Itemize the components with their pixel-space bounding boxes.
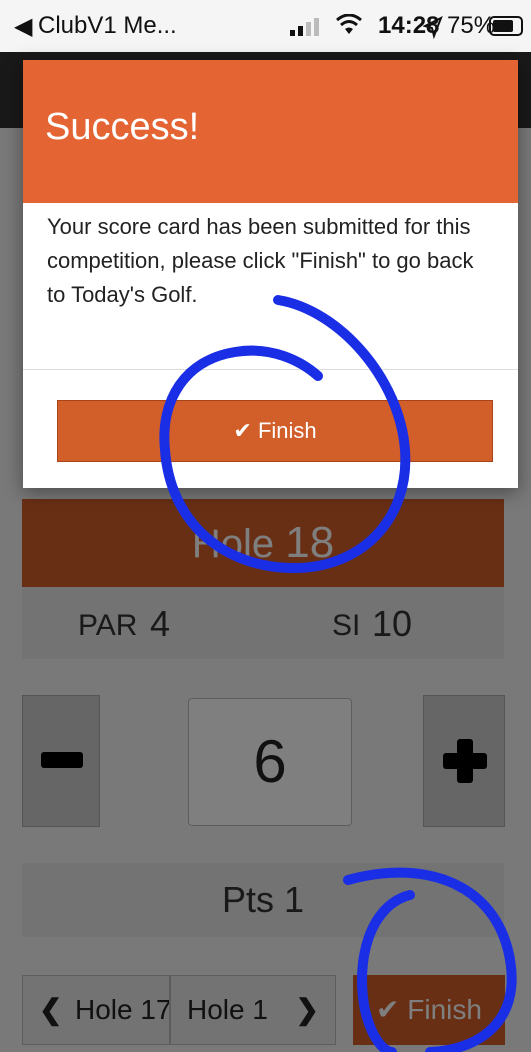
modal-title: Success! bbox=[45, 106, 200, 148]
back-app-name[interactable]: ClubV1 Me... bbox=[38, 12, 177, 40]
back-to-app-icon[interactable]: ◀ bbox=[14, 12, 32, 41]
modal-finish-label: Finish bbox=[257, 418, 317, 443]
check-icon: ✔ bbox=[233, 418, 252, 443]
battery-icon bbox=[489, 16, 523, 36]
status-bar: ◀ ClubV1 Me... 14:28 75% bbox=[0, 0, 531, 52]
signal-icon bbox=[290, 18, 319, 36]
modal-divider bbox=[23, 369, 518, 370]
wifi-icon bbox=[336, 14, 362, 34]
modal-message: Your score card has been submitted for t… bbox=[47, 214, 474, 307]
battery-percent: 75% bbox=[447, 12, 496, 39]
modal-header: Success! bbox=[23, 60, 518, 203]
location-arrow-icon bbox=[423, 16, 443, 40]
modal-finish-button[interactable]: ✔ Finish bbox=[57, 400, 493, 462]
success-modal: Success! Your score card has been submit… bbox=[23, 60, 518, 488]
